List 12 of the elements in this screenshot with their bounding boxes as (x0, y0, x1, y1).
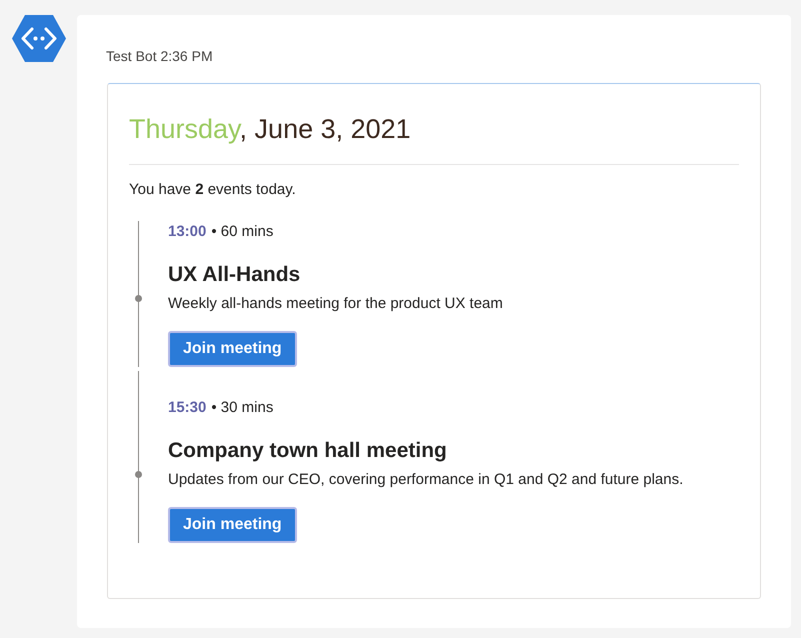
event-time: 15:30 • 30 mins (168, 398, 274, 418)
date-heading: Thursday, June 3, 2021 (129, 113, 412, 146)
join-meeting-button[interactable]: Join meeting (168, 331, 297, 367)
hexagon-code-icon (12, 15, 66, 62)
events-summary: You have 2 events today. (129, 180, 297, 200)
join-meeting-button[interactable]: Join meeting (168, 507, 297, 543)
event-time: 13:00 • 60 mins (168, 222, 274, 242)
event-description: Weekly all-hands meeting for the product UX team (168, 294, 503, 314)
event-description: Updates from our CEO, covering performance in Q1 and Q2 and future plans. (168, 470, 684, 490)
event-title: Company town hall meeting (168, 438, 447, 464)
message-header: Test Bot 2:36 PM (106, 47, 214, 66)
event-title: UX All-Hands (168, 262, 300, 288)
